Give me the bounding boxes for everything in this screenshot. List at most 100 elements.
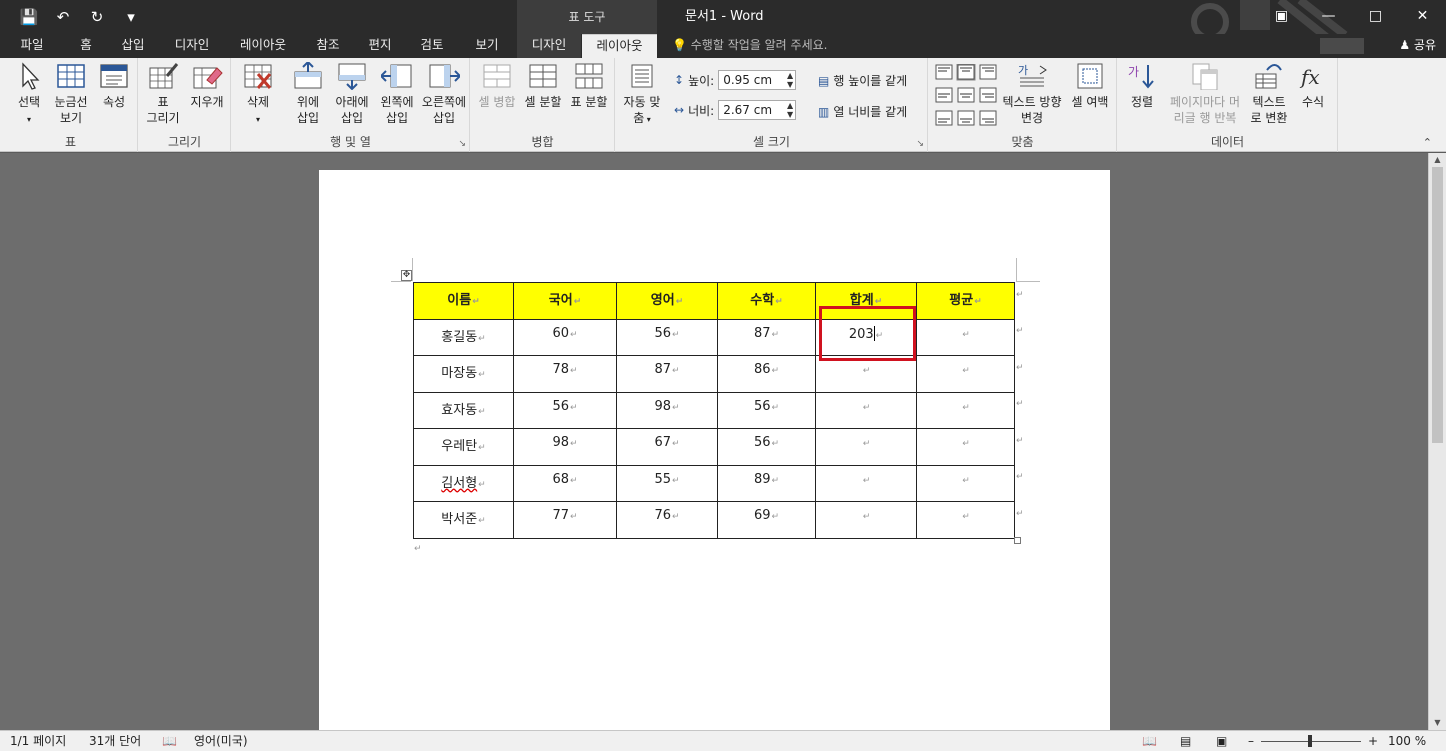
cell-margins-button[interactable]: 셀 여백 [1067, 62, 1113, 110]
view-gridlines-button[interactable]: 눈금선 보기 [50, 62, 92, 126]
page-count[interactable]: 1/1 페이지 [10, 733, 66, 750]
header-cell[interactable]: 수학↵ [717, 282, 816, 320]
share-button[interactable]: ♟ 공유 [1399, 34, 1436, 56]
table-cell[interactable]: 홍길동↵ [413, 318, 514, 356]
table-cell[interactable]: 87↵ [616, 355, 718, 393]
table-cell[interactable]: ↵ [815, 501, 917, 539]
split-cells-button[interactable]: 셀 분할 [521, 62, 565, 110]
zoom-out-icon[interactable]: – [1248, 733, 1254, 750]
read-mode-icon[interactable]: 📖 [1142, 733, 1157, 750]
dialog-launcher-icon[interactable]: ↘ [916, 139, 924, 149]
height-input[interactable]: 0.95 cm ▲ ▼ [718, 70, 797, 90]
table-cell[interactable]: 89↵ [717, 464, 816, 502]
header-cell[interactable]: 영어↵ [616, 282, 718, 320]
table-cell[interactable]: 56↵ [717, 428, 816, 466]
insert-right-button[interactable]: 오른쪽에 삽입 [418, 62, 470, 126]
sort-button[interactable]: 가 정렬 [1122, 62, 1162, 110]
table-move-handle-icon[interactable]: ✥ [401, 270, 412, 281]
header-cell[interactable]: 평균↵ [916, 282, 1015, 320]
table-cell[interactable]: 69↵ [717, 501, 816, 539]
table-cell[interactable]: 87↵ [717, 318, 816, 356]
formula-button[interactable]: fx 수식 [1294, 62, 1332, 110]
redo-icon[interactable]: ↻ [82, 6, 112, 28]
language-status[interactable]: 영어(미국) [194, 733, 248, 750]
tab-table-design[interactable]: 디자인 [517, 34, 581, 58]
table-cell[interactable]: 76↵ [616, 501, 718, 539]
table-cell[interactable]: ↵ [916, 501, 1015, 539]
width-input[interactable]: 2.67 cm ▲ ▼ [718, 100, 797, 120]
table-cell[interactable]: 98↵ [513, 428, 617, 466]
draw-table-button[interactable]: 표 그리기 [141, 62, 185, 126]
web-layout-icon[interactable]: ▣ [1216, 733, 1227, 750]
text-direction-button[interactable]: 가 텍스트 방향 변경 [1001, 62, 1063, 126]
minimize-icon[interactable]: — [1305, 0, 1352, 34]
convert-to-text-button[interactable]: 텍스트 로 변환 [1246, 62, 1292, 126]
zoom-slider-thumb[interactable] [1308, 735, 1312, 747]
table-cell[interactable]: 77↵ [513, 501, 617, 539]
tab-home[interactable]: 홈 [70, 34, 102, 58]
insert-above-button[interactable]: 위에 삽입 [286, 62, 330, 126]
table-cell[interactable]: ↵ [815, 464, 917, 502]
split-table-button[interactable]: 표 분할 [567, 62, 611, 110]
tell-me-search[interactable]: 💡 수행할 작업을 알려 주세요. [672, 34, 827, 56]
tab-table-layout[interactable]: 레이아웃 [582, 34, 657, 58]
table-cell[interactable]: 86↵ [717, 355, 816, 393]
tab-design[interactable]: 디자인 [168, 34, 216, 58]
header-cell[interactable]: 이름↵ [413, 282, 514, 320]
table-cell[interactable]: 56↵ [616, 318, 718, 356]
table-cell[interactable]: 68↵ [513, 464, 617, 502]
table-cell[interactable]: 56↵ [717, 391, 816, 429]
customize-qat-icon[interactable]: ▾ [116, 6, 146, 28]
collapse-ribbon-icon[interactable]: ⌃ [1423, 136, 1432, 149]
table-cell[interactable]: ↵ [916, 318, 1015, 356]
table-cell[interactable]: 마장동↵ [413, 355, 514, 393]
document-page[interactable]: ✥ 이름↵ 국어↵ 영어↵ 수학↵ 합계↵ 평균↵ 홍길동↵ 60↵ 56↵ 8… [319, 170, 1110, 730]
tab-references[interactable]: 참조 [310, 34, 346, 58]
table-cell[interactable]: 55↵ [616, 464, 718, 502]
select-button[interactable]: 선택 ▾ [8, 62, 50, 128]
table-cell[interactable]: ↵ [815, 428, 917, 466]
word-count[interactable]: 31개 단어 [89, 733, 141, 750]
autofit-button[interactable]: 자동 맞춤 ▾ [618, 62, 666, 128]
table-resize-handle[interactable] [1014, 537, 1021, 544]
ribbon-display-options-icon[interactable]: ▣ [1258, 0, 1305, 34]
repeat-header-rows-button[interactable]: 페이지마다 머 리글 행 반복 [1164, 62, 1246, 126]
table-cell[interactable]: 67↵ [616, 428, 718, 466]
table-cell[interactable]: ↵ [916, 428, 1015, 466]
tab-review[interactable]: 검토 [414, 34, 450, 58]
maximize-icon[interactable]: □ [1352, 0, 1399, 34]
scroll-down-arrow-icon[interactable]: ▼ [1429, 716, 1446, 730]
vertical-scrollbar[interactable]: ▲ ▼ [1428, 153, 1446, 730]
undo-icon[interactable]: ↶ [48, 6, 78, 28]
table-cell[interactable]: 효자동↵ [413, 391, 514, 429]
insert-below-button[interactable]: 아래에 삽입 [330, 62, 374, 126]
zoom-in-icon[interactable]: + [1368, 733, 1378, 750]
tab-mailings[interactable]: 편지 [362, 34, 398, 58]
close-icon[interactable]: ✕ [1399, 0, 1446, 34]
table-cell[interactable]: ↵ [815, 391, 917, 429]
eraser-button[interactable]: 지우개 [185, 62, 229, 110]
scrollbar-thumb[interactable] [1432, 167, 1443, 443]
distribute-columns-button[interactable]: ▥ 열 너비를 같게 [818, 103, 907, 120]
insert-left-button[interactable]: 왼쪽에 삽입 [374, 62, 420, 126]
table-cell[interactable]: ↵ [916, 355, 1015, 393]
tab-insert[interactable]: 삽입 [114, 34, 152, 58]
table-cell[interactable]: 박서준↵ [413, 501, 514, 539]
proofing-book-icon[interactable]: 📖 [162, 733, 177, 750]
tab-view[interactable]: 보기 [466, 34, 508, 58]
delete-button[interactable]: 삭제 ▾ [236, 62, 280, 128]
header-cell[interactable]: 국어↵ [513, 282, 617, 320]
properties-button[interactable]: 속성 [94, 62, 134, 110]
table-cell[interactable]: 김서형↵ [413, 464, 514, 502]
tab-file[interactable]: 파일 [10, 34, 54, 58]
table-cell[interactable]: 60↵ [513, 318, 617, 356]
print-layout-icon[interactable]: ▤ [1180, 733, 1191, 750]
cell-alignment-icons[interactable] [935, 63, 999, 130]
zoom-level[interactable]: 100 % [1388, 733, 1426, 750]
table-cell[interactable]: 78↵ [513, 355, 617, 393]
table-cell[interactable]: 56↵ [513, 391, 617, 429]
scroll-up-arrow-icon[interactable]: ▲ [1429, 153, 1446, 167]
dialog-launcher-icon[interactable]: ↘ [458, 139, 466, 149]
spin-arrows-icon[interactable]: ▲ ▼ [787, 101, 793, 119]
table-cell[interactable]: ↵ [916, 391, 1015, 429]
